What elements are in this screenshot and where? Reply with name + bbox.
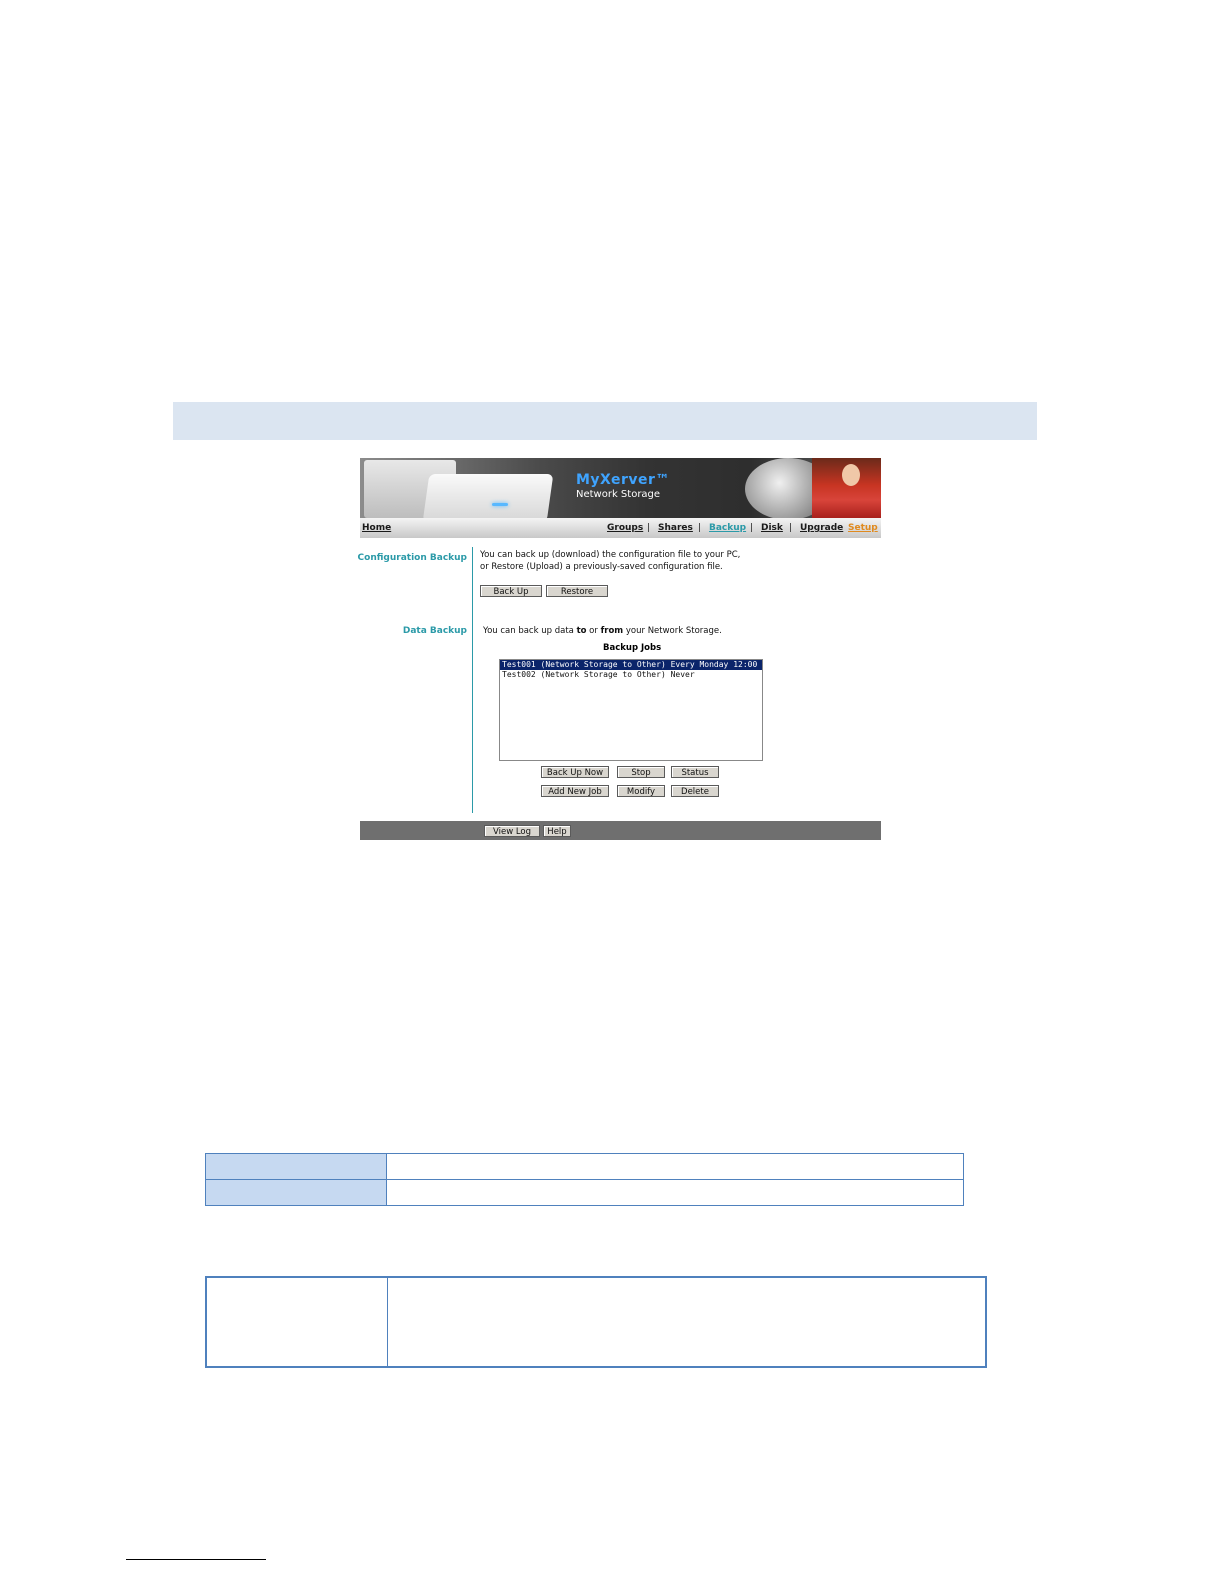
- info-table-bottom: [205, 1276, 987, 1368]
- table-value-cell: [386, 1179, 964, 1206]
- table-key-cell: [205, 1276, 388, 1368]
- data-backup-desc-part: or: [586, 626, 601, 636]
- section-heading-band: [173, 402, 1037, 440]
- backup-job-item[interactable]: Test001 (Network Storage to Other) Every…: [500, 660, 762, 670]
- backup-jobs-title: Backup Jobs: [603, 643, 662, 653]
- nav-groups[interactable]: Groups: [607, 523, 643, 533]
- table-value-cell: [387, 1276, 987, 1368]
- nav-backup[interactable]: Backup: [709, 523, 746, 533]
- data-backup-desc-part: your Network Storage.: [623, 626, 722, 636]
- help-button[interactable]: Help: [543, 825, 571, 837]
- nav-disk[interactable]: Disk: [761, 523, 783, 533]
- table-key-cell: [205, 1179, 387, 1206]
- modify-button[interactable]: Modify: [617, 785, 665, 797]
- storage-device-front-image: [422, 474, 554, 518]
- table-row: [205, 1179, 964, 1206]
- config-backup-desc-line2: or Restore (Upload) a previously-saved c…: [480, 562, 723, 572]
- backup-now-button[interactable]: Back Up Now: [541, 766, 609, 778]
- nav-separator: |: [750, 523, 754, 533]
- device-led-light: [492, 503, 508, 506]
- backup-jobs-list[interactable]: Test001 (Network Storage to Other) Every…: [499, 659, 763, 761]
- nav-setup[interactable]: Setup: [848, 523, 878, 533]
- config-backup-desc-line1: You can back up (download) the configura…: [480, 550, 741, 560]
- top-nav: Home Groups | Shares | Backup | Disk | U…: [360, 518, 881, 538]
- table-row: [205, 1153, 964, 1180]
- configuration-backup-label: Configuration Backup: [357, 553, 467, 563]
- table-value-cell: [386, 1153, 964, 1180]
- config-backup-button[interactable]: Back Up: [480, 585, 542, 597]
- table-key-cell: [205, 1153, 387, 1180]
- status-button[interactable]: Status: [671, 766, 719, 778]
- nav-separator: |: [789, 523, 793, 533]
- header-banner: MyXerver™ Network Storage: [360, 458, 881, 518]
- stop-button[interactable]: Stop: [617, 766, 665, 778]
- footnote-separator: [126, 1559, 266, 1560]
- nav-separator: |: [647, 523, 651, 533]
- nav-separator: |: [698, 523, 702, 533]
- info-table-top: [205, 1153, 964, 1206]
- network-storage-backup-screenshot: MyXerver™ Network Storage Home Groups | …: [357, 458, 881, 840]
- footer-bar: View Log Help: [360, 821, 881, 840]
- family-photo-face: [842, 464, 860, 486]
- data-backup-desc-to: to: [576, 626, 587, 636]
- view-log-button[interactable]: View Log: [484, 825, 540, 837]
- brand-subtitle: Network Storage: [576, 489, 661, 500]
- nav-shares[interactable]: Shares: [658, 523, 693, 533]
- nav-upgrade[interactable]: Upgrade: [800, 523, 843, 533]
- backup-job-item[interactable]: Test002 (Network Storage to Other) Never: [500, 670, 762, 680]
- data-backup-desc-part: You can back up data: [483, 626, 577, 636]
- add-new-job-button[interactable]: Add New Job: [541, 785, 609, 797]
- data-backup-label: Data Backup: [402, 626, 467, 636]
- nav-home[interactable]: Home: [362, 523, 391, 533]
- table-row: [205, 1276, 987, 1368]
- brand-logo: MyXerver™: [576, 472, 670, 488]
- config-restore-button[interactable]: Restore: [546, 585, 608, 597]
- data-backup-desc: You can back up data to or from your Net…: [483, 626, 722, 636]
- content-divider: [472, 547, 473, 813]
- data-backup-desc-from: from: [600, 626, 624, 636]
- delete-button[interactable]: Delete: [671, 785, 719, 797]
